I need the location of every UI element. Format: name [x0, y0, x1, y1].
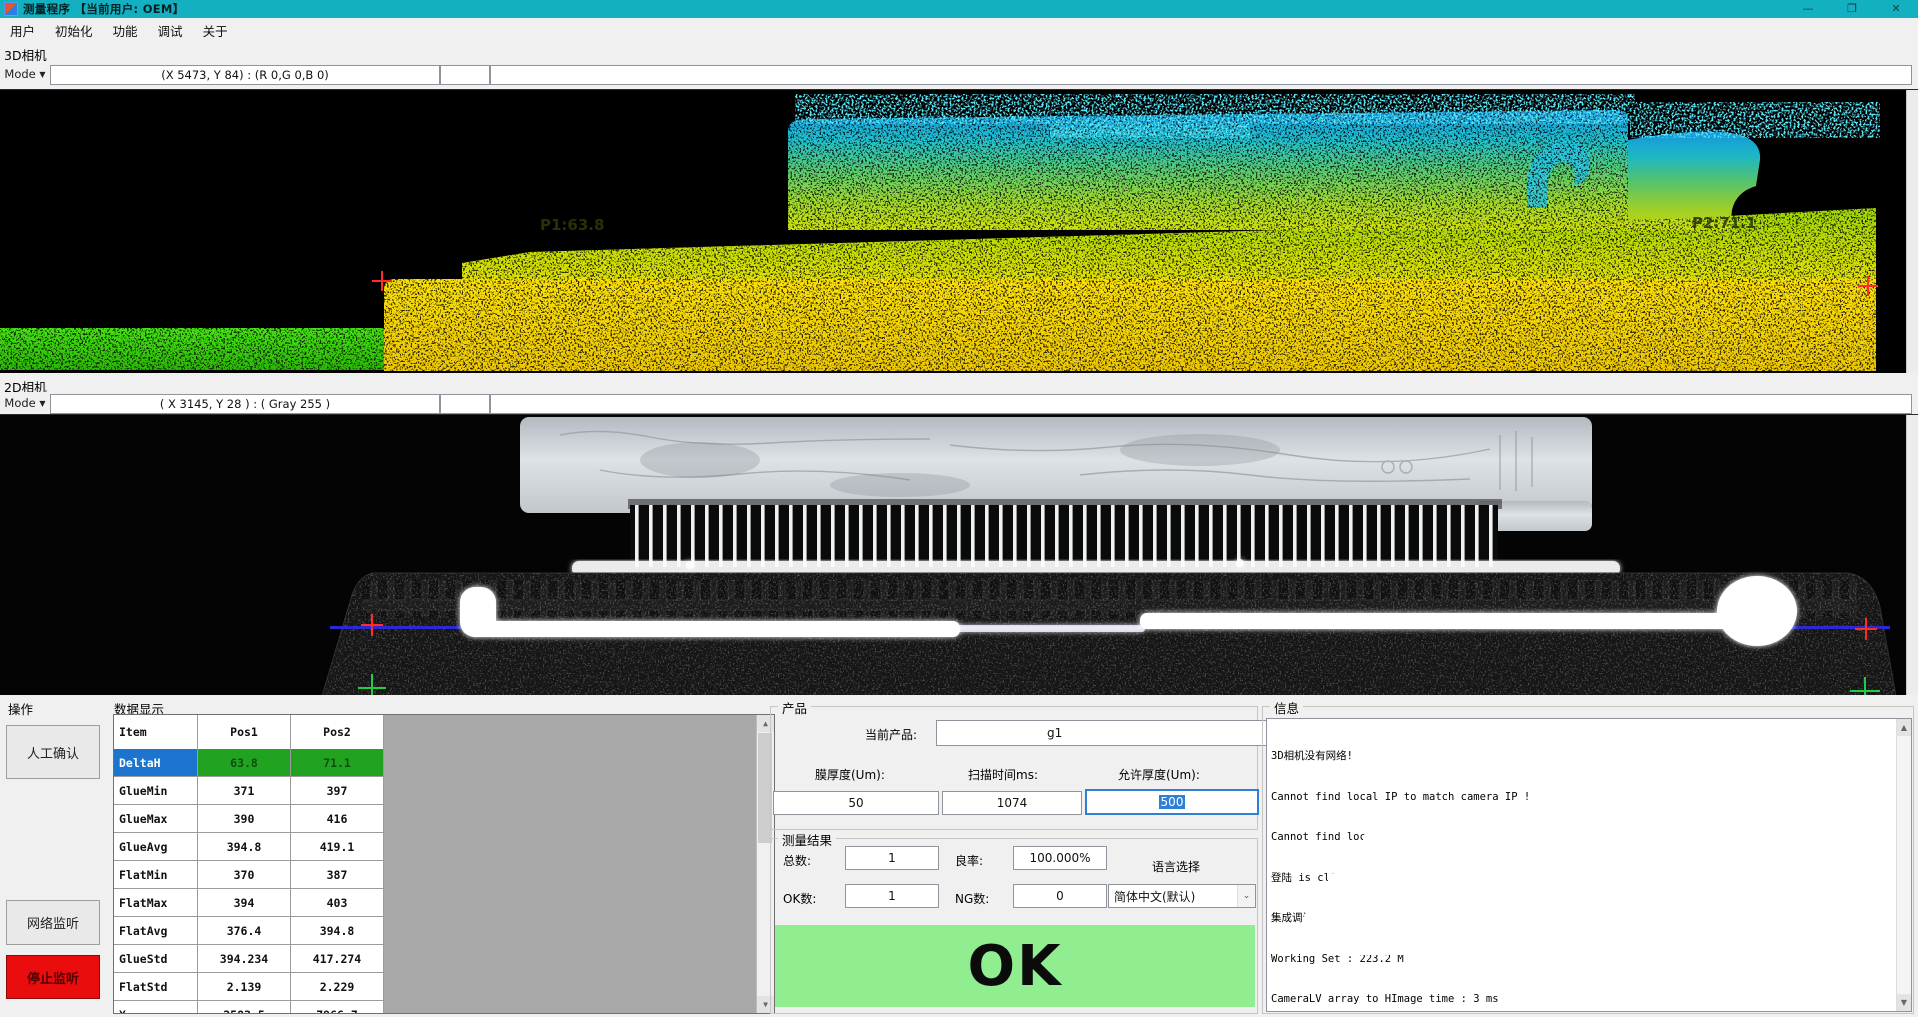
allow-thickness-label: 允许厚度(Um):	[1118, 766, 1200, 783]
yield-label: 良率:	[955, 852, 983, 869]
2d-grayscale-image	[0, 415, 1918, 696]
zebra-comb	[630, 505, 1498, 567]
allow-thickness-input[interactable]: 500	[1085, 789, 1259, 815]
camera3d-panel-label: 3D相机	[4, 45, 47, 64]
ok-count-input[interactable]: 1	[845, 884, 939, 908]
result-group-title: 测量结果	[778, 830, 836, 849]
application-window: 测量程序 【当前用户: OEM】 — ❐ ✕ 用户 初始化 功能 调试 关于 3…	[0, 0, 1918, 1017]
table-row[interactable]: GlueMax 390 416	[114, 805, 384, 833]
log-scrollbar[interactable]: ▲ ▼	[1896, 719, 1911, 1011]
p1-measure-label: P1:63.8	[540, 216, 604, 234]
redaction-blob	[1363, 827, 1583, 853]
language-select-label: 语言选择	[1152, 858, 1200, 875]
table-row[interactable]: GlueMin 371 397	[114, 777, 384, 805]
table-row[interactable]: FlatStd 2.139 2.229	[114, 973, 384, 1001]
menu-item-about[interactable]: 关于	[193, 18, 238, 43]
camera2d-statusbox-2	[440, 394, 490, 414]
yield-input[interactable]: 100.000%	[1013, 846, 1107, 870]
table-row[interactable]: X 2583.5 7966.7	[114, 1001, 384, 1014]
language-dropdown[interactable]: 简体中文(默认) ⌄	[1108, 884, 1256, 908]
network-listen-button[interactable]: 网络监听	[6, 900, 100, 945]
close-button[interactable]: ✕	[1874, 0, 1918, 18]
scan-time-input[interactable]: 1074	[942, 791, 1082, 815]
camera2d-pixel-status: ( X 3145, Y 28 ) : ( Gray 255 )	[50, 394, 440, 414]
camera2d-image-panel[interactable]	[0, 414, 1918, 696]
camera3d-mode-dropdown[interactable]: Mode ▼	[2, 65, 48, 84]
log-line: CameraLV array to HImage time : 3 ms	[1271, 993, 1895, 1007]
table-row[interactable]: GlueAvg 394.8 419.1	[114, 833, 384, 861]
table-row[interactable]: FlatMax 394 403	[114, 889, 384, 917]
menu-bar: 用户 初始化 功能 调试 关于	[0, 18, 1918, 42]
camera3d-pixel-status: (X 5473, Y 84) : (R 0,G 0,B 0)	[50, 65, 440, 85]
info-group-title: 信息	[1270, 698, 1303, 717]
camera3d-image-panel[interactable]: P1:63.8 P2:71.1	[0, 89, 1918, 373]
data-table[interactable]: Item Pos1 Pos2 DeltaH 63.8 71.1 GlueMin …	[113, 714, 775, 1014]
camera2d-scrollbar[interactable]	[1906, 415, 1918, 696]
chevron-down-icon: ▼	[39, 399, 45, 408]
redaction-blob	[1327, 939, 1447, 955]
p2-measure-label: P2:71.1	[1692, 214, 1756, 232]
title-bar: 测量程序 【当前用户: OEM】 — ❐ ✕	[0, 0, 1918, 18]
current-product-label: 当前产品:	[865, 726, 917, 743]
camera3d-statusbox-2	[440, 65, 490, 85]
chevron-down-icon: ▼	[39, 70, 45, 79]
menu-item-user[interactable]: 用户	[0, 18, 45, 43]
table-row[interactable]: DeltaH 63.8 71.1	[114, 749, 384, 777]
scroll-up-icon[interactable]: ▲	[1897, 719, 1911, 736]
film-thickness-input[interactable]: 50	[773, 791, 939, 815]
table-row[interactable]: FlatAvg 376.4 394.8	[114, 917, 384, 945]
manual-confirm-button[interactable]: 人工确认	[6, 725, 100, 779]
camera2d-statusbox-3	[490, 394, 1912, 414]
table-header-row: Item Pos1 Pos2	[114, 715, 384, 749]
window-controls: — ❐ ✕	[1786, 0, 1918, 18]
ng-count-label: NG数:	[955, 890, 989, 907]
window-title: 测量程序 【当前用户: OEM】	[23, 1, 184, 17]
minimize-button[interactable]: —	[1786, 0, 1830, 18]
menu-item-init[interactable]: 初始化	[45, 18, 103, 43]
total-count-label: 总数:	[783, 852, 811, 869]
info-log[interactable]: 3D相机没有网络! Cannot find local IP to match …	[1266, 718, 1912, 1012]
col-header-pos1: Pos1	[198, 715, 291, 750]
log-line: 3D相机没有网络!	[1271, 750, 1895, 764]
log-line: Cannot find local IP to match camera IP …	[1271, 791, 1895, 805]
app-icon	[4, 2, 18, 16]
redaction-blob	[1326, 864, 1527, 905]
menu-item-debug[interactable]: 调试	[148, 18, 193, 43]
operation-title: 操作	[8, 699, 33, 718]
ok-count-label: OK数:	[783, 890, 816, 907]
product-group-title: 产品	[778, 698, 811, 717]
menu-item-function[interactable]: 功能	[103, 18, 148, 43]
table-row[interactable]: GlueStd 394.234 417.274	[114, 945, 384, 973]
table-row[interactable]: FlatMin 370 387	[114, 861, 384, 889]
camera2d-mode-bar: Mode ▼ ( X 3145, Y 28 ) : ( Gray 255 )	[0, 392, 1918, 416]
3d-heightmap-image: P1:63.8 P2:71.1	[0, 90, 1918, 373]
log-lines: 3D相机没有网络! Cannot find local IP to match …	[1271, 723, 1895, 1012]
camera3d-statusbox-3	[490, 65, 1912, 85]
total-count-input[interactable]: 1	[845, 846, 939, 870]
col-header-pos2: Pos2	[291, 715, 384, 750]
scan-time-label: 扫描时间ms:	[968, 766, 1038, 783]
film-thickness-label: 膜厚度(Um):	[815, 766, 885, 783]
camera3d-scrollbar[interactable]	[1906, 90, 1918, 373]
result-status-indicator: OK	[775, 925, 1255, 1007]
ng-count-input[interactable]: 0	[1013, 884, 1107, 908]
camera2d-mode-dropdown[interactable]: Mode ▼	[2, 394, 48, 413]
scroll-down-icon[interactable]: ▼	[1897, 994, 1911, 1011]
camera3d-mode-bar: Mode ▼ (X 5473, Y 84) : (R 0,G 0,B 0)	[0, 63, 1918, 87]
stop-listen-button[interactable]: 停止监听	[6, 955, 100, 999]
chevron-down-icon: ⌄	[1237, 885, 1255, 907]
maximize-button[interactable]: ❐	[1830, 0, 1874, 18]
col-header-item: Item	[114, 715, 198, 750]
